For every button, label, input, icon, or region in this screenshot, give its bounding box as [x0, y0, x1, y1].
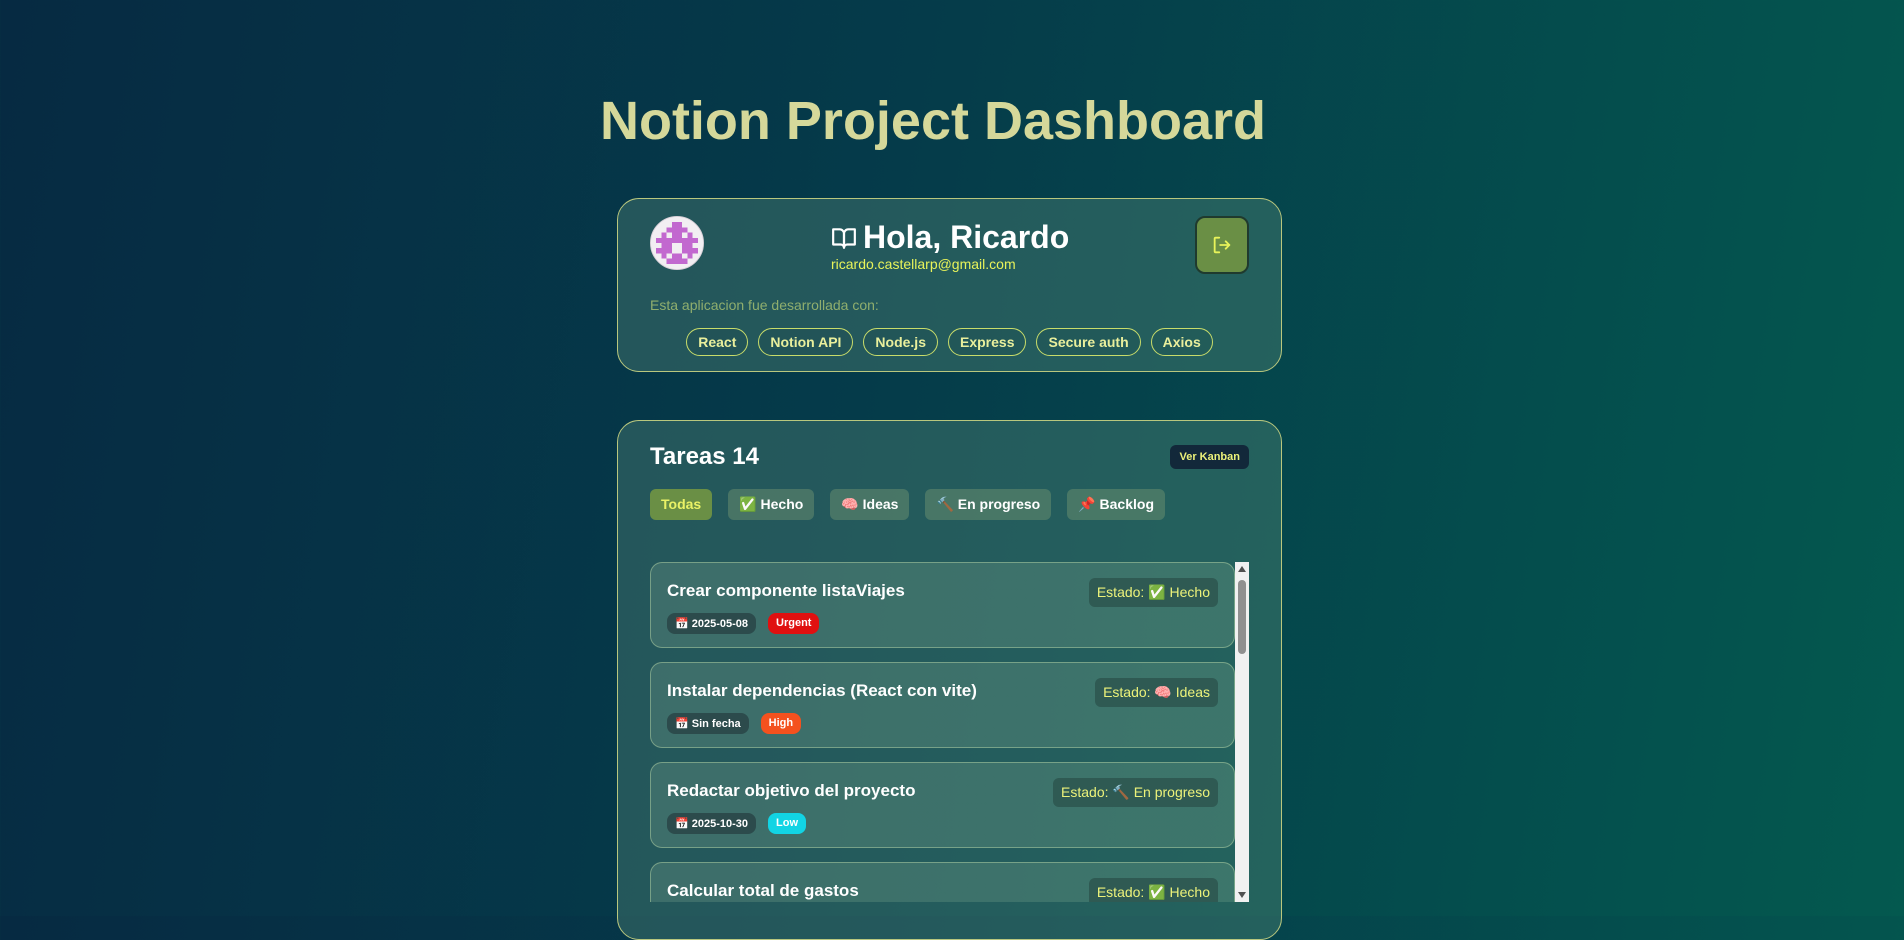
- task-title: Instalar dependencias (React con vite): [667, 681, 977, 700]
- task-list: Crear componente listaViajes Estado: ✅ H…: [650, 562, 1235, 902]
- filter-in-progress[interactable]: 🔨 En progreso: [925, 489, 1052, 520]
- task-status: Estado: 🧠 Ideas: [1095, 678, 1218, 707]
- task-title: Crear componente listaViajes: [667, 581, 905, 600]
- task-status: Estado: ✅ Hecho: [1088, 578, 1218, 607]
- tasks-title: Tareas 14: [650, 443, 759, 470]
- task-title: Calcular total de gastos: [667, 881, 859, 900]
- filter-all[interactable]: Todas: [650, 489, 713, 520]
- task-status: Estado: 🔨 En progreso: [1053, 778, 1218, 807]
- tech-pill-notion-api: Notion API: [758, 328, 854, 356]
- priority-badge: Low: [768, 813, 807, 834]
- priority-badge: Urgent: [768, 613, 820, 634]
- task-title: Redactar objetivo del proyecto: [667, 781, 916, 800]
- task-meta: 📅 2025-10-30 Low: [667, 813, 807, 834]
- logout-button[interactable]: [1195, 216, 1249, 274]
- task-item[interactable]: Redactar objetivo del proyecto Estado: 🔨…: [650, 762, 1235, 848]
- task-item[interactable]: Calcular total de gastos Estado: ✅ Hecho: [650, 862, 1235, 902]
- tech-pill-react: React: [686, 328, 749, 356]
- tech-pill-secure-auth: Secure auth: [1036, 328, 1141, 356]
- scroll-thumb[interactable]: [1238, 580, 1246, 654]
- tech-pill-axios: Axios: [1150, 328, 1213, 356]
- user-email: ricardo.castellarp@gmail.com: [831, 256, 1016, 272]
- tech-stack: React Notion API Node.js Express Secure …: [618, 328, 1281, 356]
- task-meta: 📅 Sin fecha High: [667, 713, 802, 734]
- task-status: Estado: ✅ Hecho: [1088, 878, 1218, 902]
- book-open-icon: [832, 227, 856, 249]
- priority-badge: High: [760, 713, 802, 734]
- filter-backlog[interactable]: 📌 Backlog: [1067, 489, 1166, 520]
- view-kanban-button[interactable]: Ver Kanban: [1170, 445, 1249, 469]
- task-item[interactable]: Instalar dependencias (React con vite) E…: [650, 662, 1235, 748]
- page-title: Notion Project Dashboard: [599, 91, 1267, 151]
- filter-done[interactable]: ✅ Hecho: [728, 489, 815, 520]
- tech-pill-nodejs: Node.js: [863, 328, 938, 356]
- task-list-scrollbar[interactable]: [1235, 562, 1249, 902]
- filter-tabs: Todas ✅ Hecho 🧠 Ideas 🔨 En progreso 📌 Ba…: [650, 489, 1166, 520]
- task-item[interactable]: Crear componente listaViajes Estado: ✅ H…: [650, 562, 1235, 648]
- dev-note: Esta aplicacion fue desarrollada con:: [650, 297, 879, 313]
- logout-icon: [1213, 236, 1231, 254]
- scroll-down-arrow-icon[interactable]: [1238, 892, 1246, 898]
- tasks-card: Tareas 14 Ver Kanban Todas ✅ Hecho 🧠 Ide…: [617, 420, 1282, 940]
- tech-pill-express: Express: [948, 328, 1027, 356]
- task-date: 📅 Sin fecha: [667, 713, 749, 734]
- task-date: 📅 2025-05-08: [667, 613, 757, 634]
- scroll-up-arrow-icon[interactable]: [1238, 566, 1246, 572]
- task-date: 📅 2025-10-30: [667, 813, 757, 834]
- greeting-text: Hola, Ricardo: [863, 219, 1070, 255]
- profile-card: Hola, Ricardo ricardo.castellarp@gmail.c…: [617, 198, 1282, 372]
- task-meta: 📅 2025-05-08 Urgent: [667, 613, 820, 634]
- greeting: Hola, Ricardo: [831, 219, 1069, 256]
- avatar: [650, 216, 704, 270]
- filter-ideas[interactable]: 🧠 Ideas: [830, 489, 910, 520]
